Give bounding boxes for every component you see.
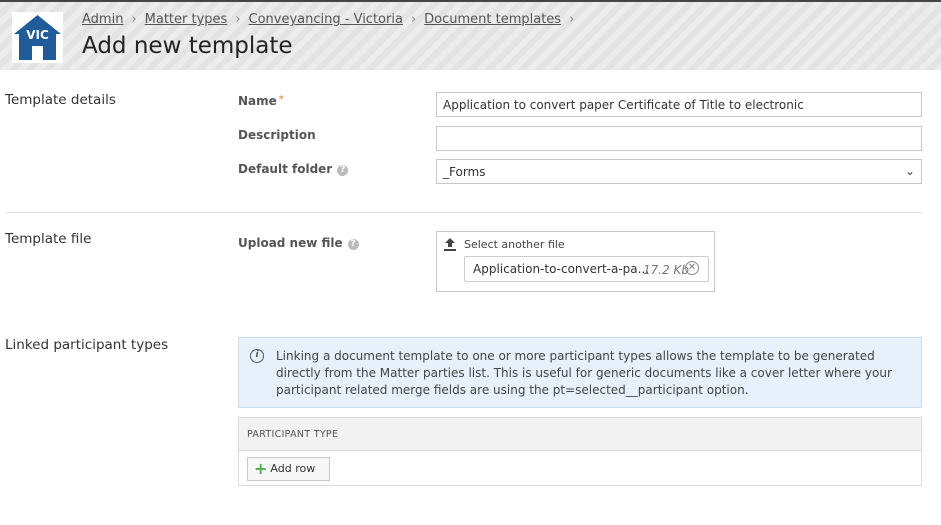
help-icon[interactable]: ? — [337, 165, 349, 176]
info-icon: i — [250, 349, 264, 363]
participant-type-table: PARTICIPANT TYPE + Add row — [238, 417, 922, 486]
section-divider — [5, 212, 922, 213]
file-name: Application-to-convert-a-pa... — [473, 262, 650, 276]
default-folder-select[interactable]: _Forms ⌄ — [436, 159, 922, 184]
default-folder-value: _Forms — [443, 165, 486, 179]
breadcrumb: Admin › Matter types › Conveyancing - Victor… — [82, 12, 582, 27]
page-header: VIC Admin › Matter types › Conveyancing - Vi… — [0, 0, 941, 70]
vic-house-logo: VIC — [12, 12, 63, 63]
file-upload-box[interactable]: Select another file Application-to-conve… — [436, 231, 715, 292]
page-title: Add new template — [82, 33, 293, 59]
file-size: 17.2 Kb — [643, 263, 690, 277]
upload-icon — [444, 238, 456, 251]
description-input[interactable] — [436, 126, 922, 151]
chevron-right-icon: › — [235, 12, 241, 27]
plus-icon: + — [254, 459, 268, 478]
breadcrumb-admin[interactable]: Admin — [82, 12, 123, 27]
uploaded-file-chip: Application-to-convert-a-pa... 17.2 Kb ✕ — [464, 256, 709, 282]
logo-text: VIC — [26, 28, 49, 42]
info-message: i Linking a document template to one or … — [238, 337, 922, 408]
name-input[interactable]: Application to convert paper Certificate… — [436, 92, 922, 117]
breadcrumb-document-templates[interactable]: Document templates — [424, 12, 561, 27]
select-another-file-link[interactable]: Select another file — [464, 238, 565, 251]
section-template-details: Template details — [5, 92, 116, 108]
name-label: Name * — [238, 94, 284, 108]
info-text: Linking a document template to one or mo… — [276, 349, 892, 397]
chevron-right-icon: › — [410, 12, 417, 27]
help-icon[interactable]: ? — [347, 239, 359, 250]
chevron-right-icon: › — [569, 12, 575, 27]
add-row-button[interactable]: + Add row — [247, 457, 330, 481]
section-template-file: Template file — [5, 231, 92, 247]
required-marker: * — [278, 94, 284, 105]
participant-type-column-header: PARTICIPANT TYPE — [239, 418, 921, 451]
breadcrumb-conveyancing-victoria[interactable]: Conveyancing - Victoria — [249, 12, 403, 27]
breadcrumb-matter-types[interactable]: Matter types — [145, 12, 228, 27]
chevron-right-icon: › — [131, 12, 137, 27]
description-label: Description — [238, 128, 316, 142]
upload-file-label: Upload new file? — [238, 236, 359, 250]
chevron-down-icon: ⌄ — [904, 164, 915, 178]
default-folder-label: Default folder? — [238, 162, 349, 176]
remove-file-icon[interactable]: ✕ — [685, 261, 699, 275]
section-linked-participant-types: Linked participant types — [5, 337, 169, 353]
